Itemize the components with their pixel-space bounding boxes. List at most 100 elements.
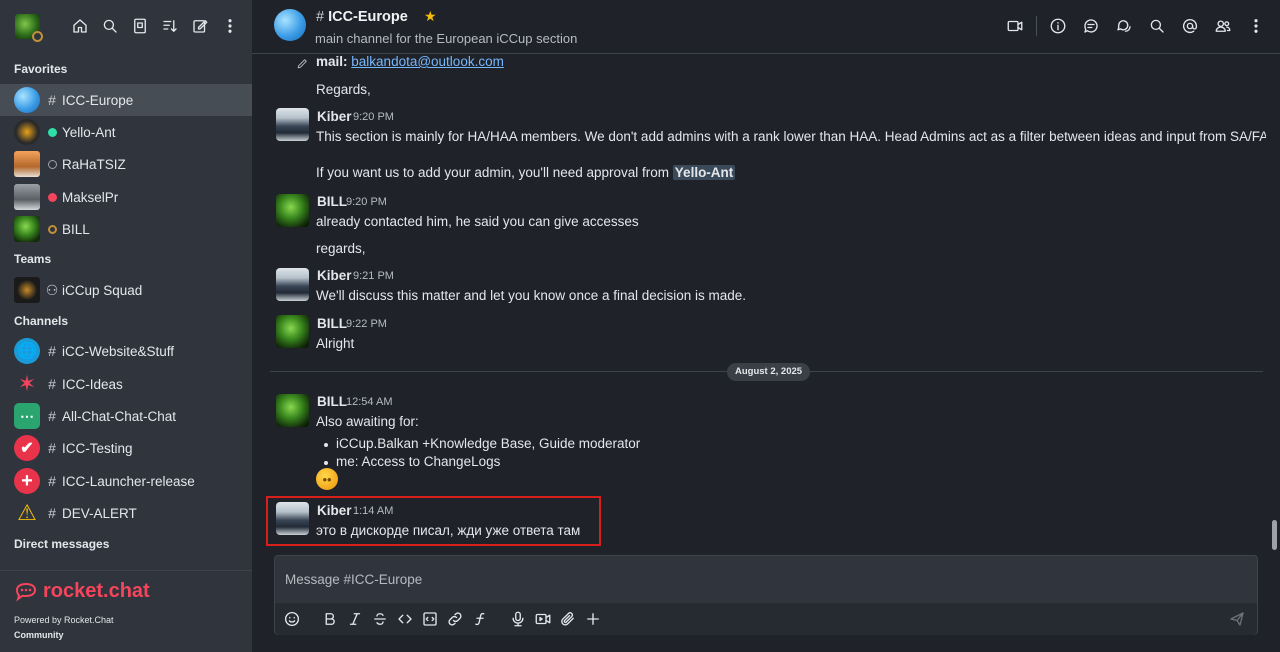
avatar[interactable] [276,315,309,348]
hash-icon: # [316,9,325,25]
section-channels: Channels [14,314,69,328]
sidebar-item-icc-ideas[interactable]: ✶ # ICC-Ideas [0,368,252,400]
message-username[interactable]: BILL [317,394,347,409]
sidebar-footer: rocket.chat Powered by Rocket.Chat Commu… [0,570,252,652]
sidebar-item-label: iCC-Website&Stuff [62,343,175,359]
message-text: already contacted him, he said you can g… [316,214,639,229]
message-text: mail: balkandota@outlook.com [316,54,504,69]
italic-icon[interactable] [346,609,364,629]
edition-text: Community [14,630,64,640]
message-timestamp: 9:20 PM [353,111,394,123]
hash-icon: # [48,376,56,392]
avatar[interactable] [276,502,309,535]
message-username[interactable]: Kiber [317,268,352,283]
sidebar-item-label: ICC-Ideas [62,376,123,392]
message-username[interactable]: BILL [317,316,347,331]
room-info-icon[interactable] [1048,16,1068,36]
avatar[interactable] [276,108,309,141]
mentions-icon[interactable] [1180,16,1200,36]
sidebar-item-icc-testing[interactable]: ✔ # ICC-Testing [0,432,252,464]
search-icon[interactable] [100,16,120,36]
user-avatar [14,184,40,210]
strikethrough-icon[interactable] [371,609,389,629]
app-window: { "sidebar": { "sections": {"favorites":… [0,0,1280,652]
sort-icon[interactable] [160,16,180,36]
video-call-icon[interactable] [1005,16,1025,36]
message-text: We'll discuss this matter and let you kn… [316,288,747,303]
favorite-star-icon[interactable]: ★ [424,8,437,25]
create-new-icon[interactable] [190,16,210,36]
message-username[interactable]: Kiber [317,503,352,518]
sidebar-item-dev-alert[interactable]: ⚠ # DEV-ALERT [0,497,252,529]
message-timestamp: 12:54 AM [346,396,393,408]
sidebar-item-bill[interactable]: BILL [0,213,252,245]
message-username[interactable]: Kiber [317,109,352,124]
kebab-menu-icon[interactable] [1246,16,1266,36]
user-mention[interactable]: Yello-Ant [672,165,736,180]
section-favorites: Favorites [14,62,68,76]
message-text: regards, [316,241,366,256]
rocket-chat-logo: rocket.chat [14,580,150,603]
sidebar-item-iccup-squad[interactable]: ⚇ iCCup Squad [0,274,252,306]
link-icon[interactable] [446,609,464,629]
user-avatar [14,216,40,242]
avatar[interactable] [276,194,309,227]
plus-cross-icon: + [14,468,40,494]
sidebar-item-label: ICC-Europe [62,92,134,108]
message-input[interactable] [285,566,1225,592]
sidebar-item-rahatsiz[interactable]: RaHaTSIZ [0,148,252,180]
emoji-icon[interactable] [283,609,301,629]
hash-icon: # [48,440,56,456]
room-topic: main channel for the European iCCup sect… [315,31,578,46]
user-avatar[interactable] [15,14,43,42]
formula-icon[interactable] [471,609,489,629]
section-direct-messages: Direct messages [14,537,110,551]
brand-name: rocket.chat [43,580,150,602]
section-teams: Teams [14,252,52,266]
sidebar-item-label: MakselPr [62,189,119,205]
sidebar-toolbar [70,16,240,36]
message-timestamp: 1:14 AM [353,505,394,517]
sidebar-item-icc-launcher[interactable]: + # ICC-Launcher-release [0,465,252,497]
threads-icon[interactable] [1081,16,1101,36]
sidebar-item-makselpr[interactable]: MakselPr [0,181,252,213]
message-text: This section is mainly for HA/HAA member… [316,129,1266,144]
sidebar-item-icc-europe[interactable]: # ICC-Europe [0,84,252,116]
send-icon[interactable] [1227,609,1247,629]
busy-status-icon [46,192,58,202]
avatar[interactable] [276,394,309,427]
search-icon[interactable] [1147,16,1167,36]
date-divider: August 2, 2025 [727,363,811,381]
home-icon[interactable] [70,16,90,36]
directory-icon[interactable] [130,16,150,36]
members-icon[interactable] [1213,16,1233,36]
video-message-icon[interactable] [534,609,552,629]
team-avatar [14,277,40,303]
bold-icon[interactable] [321,609,339,629]
sidebar-item-all-chat[interactable]: ⋯ # All-Chat-Chat-Chat [0,400,252,432]
sidebar-item-label: Yello-Ant [62,124,116,140]
sidebar-item-yello-ant[interactable]: Yello-Ant [0,116,252,148]
inline-code-icon[interactable] [396,609,414,629]
user-avatar [14,119,40,145]
online-status-icon [46,127,58,137]
kebab-menu-icon[interactable] [220,16,240,36]
thinking-emoji-icon: •• [316,468,338,490]
email-link[interactable]: balkandota@outlook.com [351,54,504,69]
room-title[interactable]: # ICC-Europe [316,9,408,25]
sidebar-item-icc-website[interactable]: 🌐 # iCC-Website&Stuff [0,335,252,367]
chat-bubble-icon: ⋯ [14,403,40,429]
microphone-icon[interactable] [509,609,527,629]
sidebar-item-label: DEV-ALERT [62,505,137,521]
message-username[interactable]: BILL [317,194,347,209]
scrollbar-thumb[interactable] [1272,520,1277,550]
room-avatar[interactable] [274,9,306,41]
team-icon: ⚇ [45,281,59,298]
room-header: # ICC-Europe ★ main channel for the Europ… [252,0,1280,54]
attachment-icon[interactable] [559,609,577,629]
avatar[interactable] [276,268,309,301]
toolbar-spacer [496,609,502,629]
code-block-icon[interactable] [421,609,439,629]
discussion-icon[interactable] [1114,16,1134,36]
plus-icon[interactable] [584,609,602,629]
